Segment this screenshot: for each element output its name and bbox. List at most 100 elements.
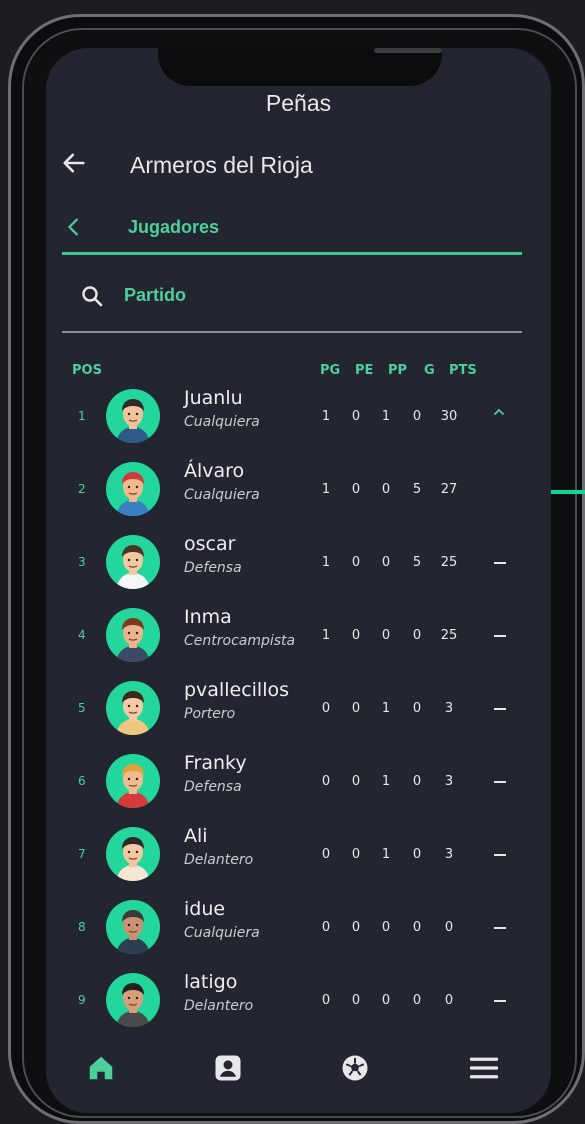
- table-row[interactable]: 8 idue Cualquiera 0 0 0 0 0: [46, 898, 551, 975]
- stat-g: 5: [412, 555, 422, 570]
- player-icon[interactable]: [213, 1053, 243, 1083]
- header-g: G: [424, 363, 435, 378]
- player-role: Cualquiera: [184, 487, 260, 503]
- stat-g: 0: [412, 920, 422, 935]
- stat-pe: 0: [351, 409, 361, 424]
- player-role: Portero: [184, 706, 236, 722]
- player-name: Inma: [184, 606, 232, 628]
- stat-pe: 0: [351, 701, 361, 716]
- avatar: [106, 389, 160, 443]
- stat-pe: 0: [351, 628, 361, 643]
- player-role: Cualquiera: [184, 925, 260, 941]
- stat-pp: 1: [381, 701, 391, 716]
- stat-pg: 0: [321, 920, 331, 935]
- stat-pe: 0: [351, 920, 361, 935]
- player-name: Álvaro: [184, 460, 245, 482]
- dash-icon: [494, 708, 506, 710]
- stat-pe: 0: [351, 847, 361, 862]
- player-role: Cualquiera: [184, 414, 260, 430]
- stat-pts: 3: [444, 701, 454, 716]
- stat-pg: 1: [321, 555, 331, 570]
- club-name: Armeros del Rioja: [130, 152, 313, 178]
- avatar: [106, 827, 160, 881]
- dash-icon: [494, 854, 506, 856]
- player-name: Juanlu: [184, 387, 243, 409]
- dash-icon: [494, 635, 506, 637]
- tab-jugadores[interactable]: Jugadores: [128, 217, 219, 238]
- home-icon[interactable]: [86, 1053, 116, 1083]
- header-pos: POS: [72, 363, 102, 378]
- stat-pp: 1: [381, 774, 391, 789]
- table-row[interactable]: 1 Juanlu Cualquiera 1 0 1 0 30: [46, 387, 551, 464]
- player-name: pvallecillos: [184, 679, 290, 701]
- stat-g: 0: [412, 993, 422, 1008]
- player-name: idue: [184, 898, 226, 920]
- soccer-ball-icon[interactable]: [340, 1053, 370, 1083]
- stat-pp: 0: [381, 555, 391, 570]
- tab-underline: [62, 252, 522, 255]
- avatar: [106, 900, 160, 954]
- table-row[interactable]: 6 Franky Defensa 0 0 1 0 3: [46, 752, 551, 829]
- stat-pp: 0: [381, 628, 391, 643]
- player-name: latigo: [184, 971, 238, 993]
- stat-pp: 1: [381, 847, 391, 862]
- row-position: 6: [78, 774, 86, 788]
- stat-pts: 25: [440, 555, 458, 570]
- table-row[interactable]: 4 Inma Centrocampista 1 0 0 0 25: [46, 606, 551, 683]
- row-position: 7: [78, 847, 86, 861]
- bottom-nav: [46, 1043, 551, 1113]
- player-role: Defensa: [184, 560, 242, 576]
- search-input[interactable]: Partido: [124, 285, 186, 306]
- table-row[interactable]: 7 Ali Delantero 0 0 1 0 3: [46, 825, 551, 902]
- stat-pp: 0: [381, 993, 391, 1008]
- stat-g: 0: [412, 847, 422, 862]
- header-pp: PP: [388, 363, 408, 378]
- stat-pg: 1: [321, 628, 331, 643]
- stat-pe: 0: [351, 555, 361, 570]
- stat-pg: 1: [321, 482, 331, 497]
- player-role: Delantero: [184, 998, 254, 1014]
- avatar: [106, 681, 160, 735]
- player-name: oscar: [184, 533, 236, 555]
- avatar: [106, 608, 160, 662]
- stat-pts: 0: [444, 993, 454, 1008]
- avatar: [106, 754, 160, 808]
- dash-icon: [494, 781, 506, 783]
- chevron-left-icon[interactable]: [63, 216, 85, 238]
- avatar: [106, 462, 160, 516]
- avatar: [106, 535, 160, 589]
- table-row[interactable]: 3 oscar Defensa 1 0 0 5 25: [46, 533, 551, 610]
- table-row[interactable]: 9 latigo Delantero 0 0 0 0 0: [46, 971, 551, 1048]
- avatar: [106, 973, 160, 1027]
- stat-pts: 30: [440, 409, 458, 424]
- stat-pe: 0: [351, 774, 361, 789]
- stat-g: 0: [412, 628, 422, 643]
- stat-pp: 0: [381, 482, 391, 497]
- header-pe: PE: [355, 363, 374, 378]
- player-name: Ali: [184, 825, 208, 847]
- stat-pts: 27: [440, 482, 458, 497]
- player-role: Centrocampista: [184, 633, 296, 649]
- row-position: 9: [78, 993, 86, 1007]
- stat-pts: 25: [440, 628, 458, 643]
- stat-g: 0: [412, 774, 422, 789]
- stat-pp: 0: [381, 920, 391, 935]
- stat-pts: 0: [444, 920, 454, 935]
- back-arrow-icon[interactable]: [60, 149, 88, 177]
- player-role: Defensa: [184, 779, 242, 795]
- stat-pg: 0: [321, 847, 331, 862]
- table-row[interactable]: 2 Álvaro Cualquiera 1 0 0 5 27: [46, 460, 551, 537]
- row-position: 3: [78, 555, 86, 569]
- table-row[interactable]: 5 pvallecillos Portero 0 0 1 0 3: [46, 679, 551, 756]
- stat-pg: 0: [321, 774, 331, 789]
- stat-g: 0: [412, 701, 422, 716]
- stat-pg: 0: [321, 993, 331, 1008]
- stat-g: 5: [412, 482, 422, 497]
- dash-icon: [494, 927, 506, 929]
- menu-icon[interactable]: [469, 1053, 499, 1083]
- stat-pp: 1: [381, 409, 391, 424]
- speaker: [374, 48, 442, 53]
- row-position: 1: [78, 409, 86, 423]
- stat-pts: 3: [444, 847, 454, 862]
- search-icon[interactable]: [80, 284, 104, 308]
